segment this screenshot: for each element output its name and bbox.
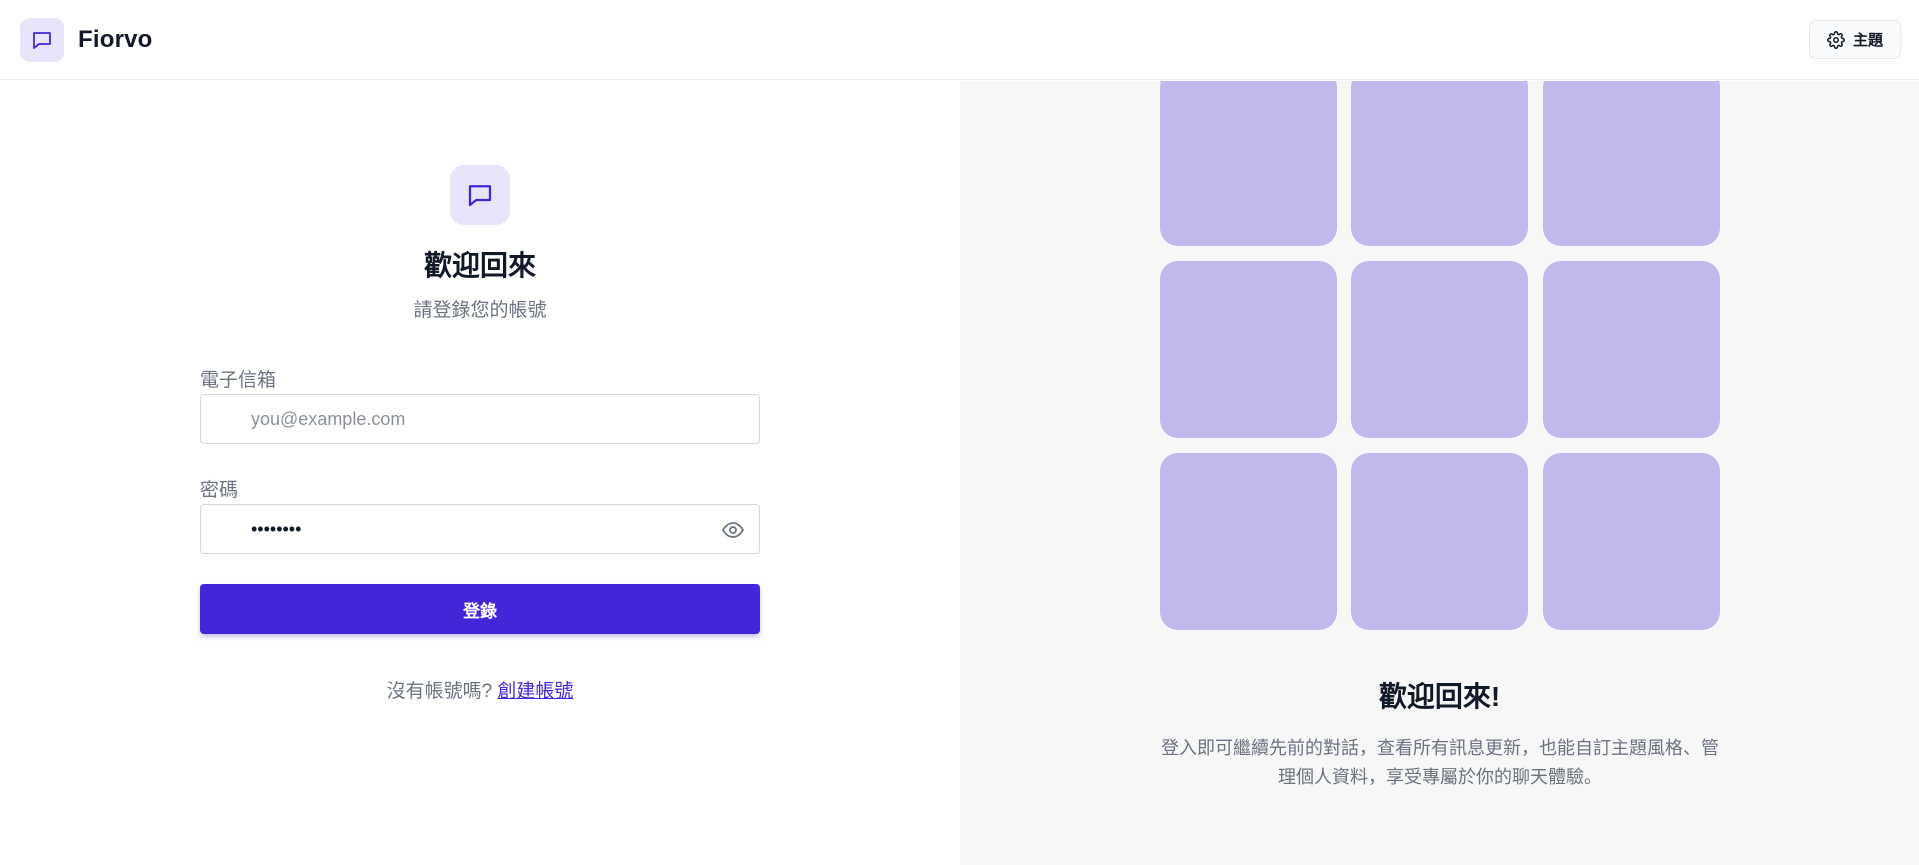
showcase-tile <box>1543 261 1720 438</box>
showcase-tile <box>1160 81 1337 246</box>
email-field-box[interactable] <box>200 394 760 444</box>
login-panel: 歡迎回來 請登錄您的帳號 電子信箱 密碼 登錄 沒有帳號嗎? 創建帳號 <box>0 81 960 865</box>
password-label: 密碼 <box>200 480 239 501</box>
chat-bubble-icon <box>33 32 51 49</box>
login-button[interactable]: 登錄 <box>200 584 760 634</box>
email-label: 電子信箱 <box>200 370 277 391</box>
showcase-description: 登入即可繼續先前的對話，查看所有訊息更新，也能自訂主題風格、管理個人資料，享受專… <box>1161 738 1719 787</box>
top-bar: Fiorvo 主題 <box>0 0 1919 80</box>
login-title: 歡迎回來 <box>423 250 536 281</box>
password-field-box[interactable] <box>200 504 760 554</box>
showcase-panel: 歡迎回來! 登入即可繼續先前的對話，查看所有訊息更新，也能自訂主題風格、管理個人… <box>960 81 1919 865</box>
showcase-tile <box>1160 261 1337 438</box>
showcase-tile <box>1160 453 1337 630</box>
showcase-tile <box>1351 81 1528 246</box>
email-field[interactable] <box>251 395 691 443</box>
showcase-tile <box>1351 453 1528 630</box>
showcase-tile <box>1543 81 1720 246</box>
login-subtitle: 請登錄您的帳號 <box>413 300 547 321</box>
password-field[interactable] <box>251 505 691 553</box>
theme-button-label: 主題 <box>1852 32 1883 49</box>
no-account-text: 沒有帳號嗎? <box>386 681 493 702</box>
showcase-title: 歡迎回來! <box>1378 681 1501 712</box>
signup-prompt: 沒有帳號嗎? 創建帳號 <box>0 676 960 703</box>
showcase-tile <box>1543 453 1720 630</box>
showcase-tile <box>1351 261 1528 438</box>
eye-icon[interactable] <box>721 518 745 542</box>
brand-name: Fiorvo <box>78 26 153 53</box>
create-account-link[interactable]: 創建帳號 <box>497 681 573 702</box>
theme-button[interactable]: 主題 <box>1809 20 1901 59</box>
login-logo <box>450 165 510 225</box>
gear-icon <box>1827 30 1845 49</box>
chat-bubble-icon <box>468 185 492 207</box>
brand[interactable]: Fiorvo <box>20 18 153 62</box>
brand-logo <box>20 18 64 62</box>
